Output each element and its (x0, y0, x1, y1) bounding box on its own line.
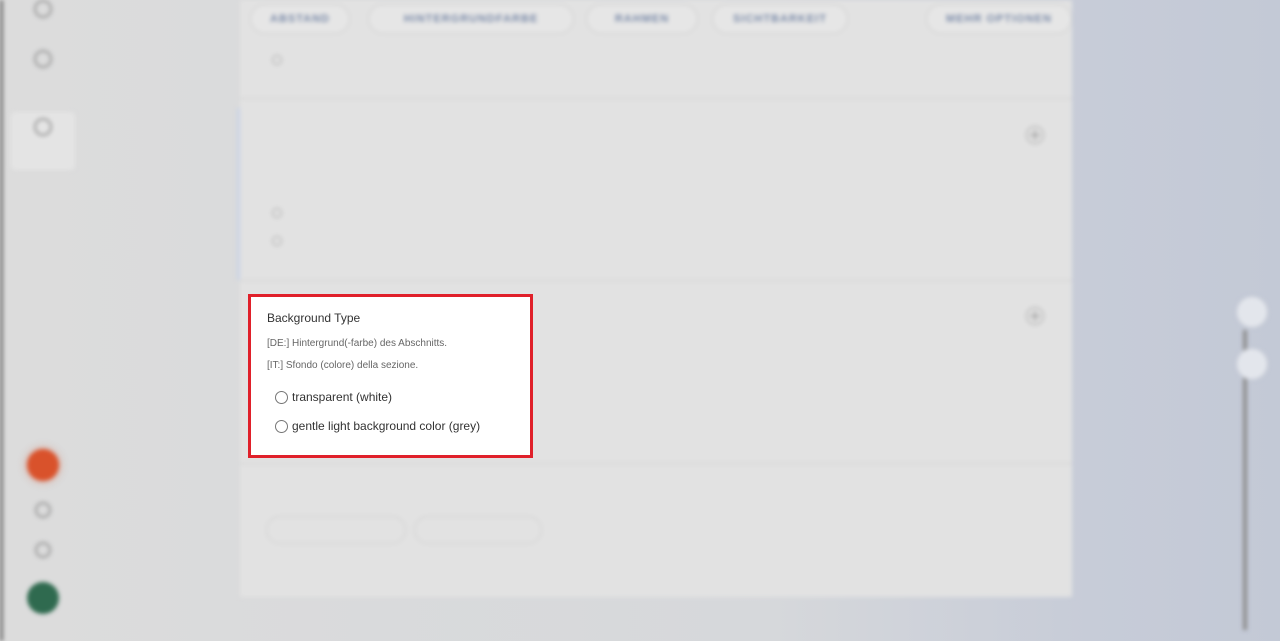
notification-icon[interactable] (35, 542, 51, 558)
settings-icon[interactable] (35, 502, 51, 518)
add-icon[interactable] (1026, 307, 1044, 325)
collapse-panel-button[interactable] (1236, 296, 1268, 328)
option-label: transparent (white) (292, 390, 393, 404)
globe-icon (34, 50, 52, 68)
background-type-field: Background Type [DE:] Hintergrund(-farbe… (248, 294, 533, 458)
pin-button[interactable] (1236, 348, 1268, 380)
toolbar-pill[interactable]: RAHMEN (586, 4, 698, 34)
option-transparent-white[interactable]: transparent (white) (275, 390, 392, 404)
nav-icon (34, 0, 52, 18)
section-accent-bar (237, 108, 240, 280)
toolbar-pill[interactable]: HINTERGRUNDFARBE (368, 4, 574, 34)
rail-item-top[interactable] (17, 0, 69, 22)
user-avatar[interactable] (27, 582, 59, 614)
background-type-title: Background Type (267, 311, 361, 325)
toolbar-pill[interactable]: ABSTAND (250, 4, 350, 34)
radio-button[interactable] (275, 419, 288, 433)
radio-option[interactable] (272, 236, 282, 246)
globe-icon (34, 118, 52, 136)
add-icon[interactable] (1026, 126, 1044, 144)
toolbar-pill[interactable]: MEHR OPTIONEN (926, 4, 1072, 34)
action-pill[interactable] (266, 516, 406, 544)
help-fab-button[interactable] (27, 449, 59, 481)
radio-button[interactable] (275, 390, 288, 404)
background-type-desc-de: [DE:] Hintergrund(-farbe) des Abschnitts… (267, 338, 448, 349)
option-label: gentle light background color (grey) (292, 419, 481, 433)
left-nav-rail (0, 0, 78, 641)
section-divider (240, 280, 1072, 281)
action-pill[interactable] (414, 516, 542, 544)
radio-option[interactable] (272, 55, 282, 65)
section-divider (240, 98, 1072, 99)
background-type-desc-it: [IT:] Sfondo (colore) della sezione. (267, 360, 419, 371)
rail-item-active[interactable] (17, 118, 69, 140)
radio-option[interactable] (272, 208, 282, 218)
section-divider (240, 463, 1072, 464)
rail-item-middle[interactable] (17, 50, 69, 72)
option-gentle-grey[interactable]: gentle light background color (grey) (275, 419, 480, 433)
toolbar-pill[interactable]: SICHTBARKEIT (712, 4, 848, 34)
